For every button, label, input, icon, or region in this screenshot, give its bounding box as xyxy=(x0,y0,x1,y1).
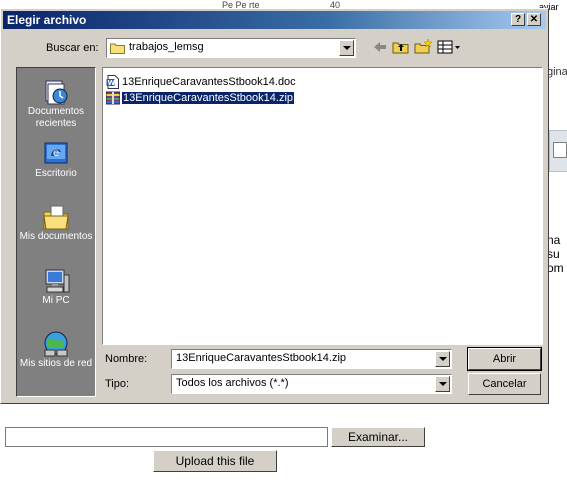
help-button[interactable]: ? xyxy=(511,13,525,26)
place-label: Mis sitios de red xyxy=(19,358,93,369)
up-folder-icon[interactable] xyxy=(392,39,410,55)
file-list: W 13EnriqueCaravantesStbook14.doc 13Enri… xyxy=(102,67,543,345)
look-in-combo[interactable]: trabajos_lemsg xyxy=(106,38,356,58)
close-button[interactable]: ✕ xyxy=(527,13,541,26)
zip-archive-icon xyxy=(106,91,120,105)
filename-value: 13EnriqueCaravantesStbook14.zip xyxy=(176,352,347,364)
file-name: 13EnriqueCaravantesStbook14.doc xyxy=(122,76,296,88)
place-recent-documents[interactable]: Documentos recientes xyxy=(17,78,95,130)
file-dialog: Elegir archivo ? ✕ Buscar en: trabajos_l… xyxy=(0,8,549,404)
filetype-label: Tipo: xyxy=(105,378,130,390)
dialog-titlebar[interactable]: Elegir archivo ? ✕ xyxy=(3,11,546,29)
open-button[interactable]: Abrir xyxy=(467,347,542,371)
filename-dropdown-arrow[interactable] xyxy=(435,351,450,367)
my-documents-icon xyxy=(42,203,70,231)
svg-text:W: W xyxy=(108,79,116,87)
view-menu-icon[interactable] xyxy=(437,39,461,55)
network-places-icon xyxy=(42,330,70,358)
bg-fragment-side-1: na xyxy=(547,233,561,247)
bg-dropdown xyxy=(553,142,567,158)
place-my-documents[interactable]: Mis documentos xyxy=(17,203,95,243)
file-name: 13EnriqueCaravantesStbook14.zip xyxy=(122,92,295,104)
bg-fragment-right: gina xyxy=(547,66,567,78)
filetype-value: Todos los archivos (*.*) xyxy=(176,377,289,389)
svg-text:e: e xyxy=(53,148,59,159)
upload-button[interactable]: Upload this file xyxy=(153,450,277,472)
look-in-value: trabajos_lemsg xyxy=(129,41,204,53)
recent-documents-icon xyxy=(42,78,70,106)
place-my-computer[interactable]: Mi PC xyxy=(17,267,95,307)
place-network-places[interactable]: Mis sitios de red xyxy=(17,330,95,370)
back-arrow-icon[interactable] xyxy=(371,39,389,55)
my-computer-icon xyxy=(42,267,70,295)
filetype-dropdown-arrow[interactable] xyxy=(435,376,450,392)
folder-icon xyxy=(110,42,125,54)
new-folder-icon[interactable] xyxy=(414,38,433,55)
filename-combo[interactable]: 13EnriqueCaravantesStbook14.zip xyxy=(171,349,452,369)
place-label: Mis documentos xyxy=(19,231,93,242)
places-bar: Documentos recientes e Escritorio Mis do… xyxy=(16,67,96,397)
place-desktop[interactable]: e Escritorio xyxy=(17,140,95,180)
list-item[interactable]: 13EnriqueCaravantesStbook14.zip xyxy=(106,90,295,106)
look-in-dropdown-arrow[interactable] xyxy=(339,40,354,56)
look-in-label: Buscar en: xyxy=(46,42,99,54)
desktop-icon: e xyxy=(42,140,70,168)
filetype-combo[interactable]: Todos los archivos (*.*) xyxy=(171,374,452,394)
word-document-icon: W xyxy=(106,75,120,90)
bg-fragment-side-3: om xyxy=(547,261,564,275)
place-label: Mi PC xyxy=(42,295,70,306)
filename-label: Nombre: xyxy=(105,353,148,365)
list-item[interactable]: W 13EnriqueCaravantesStbook14.doc xyxy=(106,74,296,90)
place-label: Escritorio xyxy=(35,168,77,179)
dialog-title: Elegir archivo xyxy=(7,13,87,27)
place-label: Documentos recientes xyxy=(27,106,85,129)
browse-button[interactable]: Examinar... xyxy=(331,427,425,447)
cancel-button[interactable]: Cancelar xyxy=(468,373,541,395)
file-path-input[interactable] xyxy=(5,427,328,447)
